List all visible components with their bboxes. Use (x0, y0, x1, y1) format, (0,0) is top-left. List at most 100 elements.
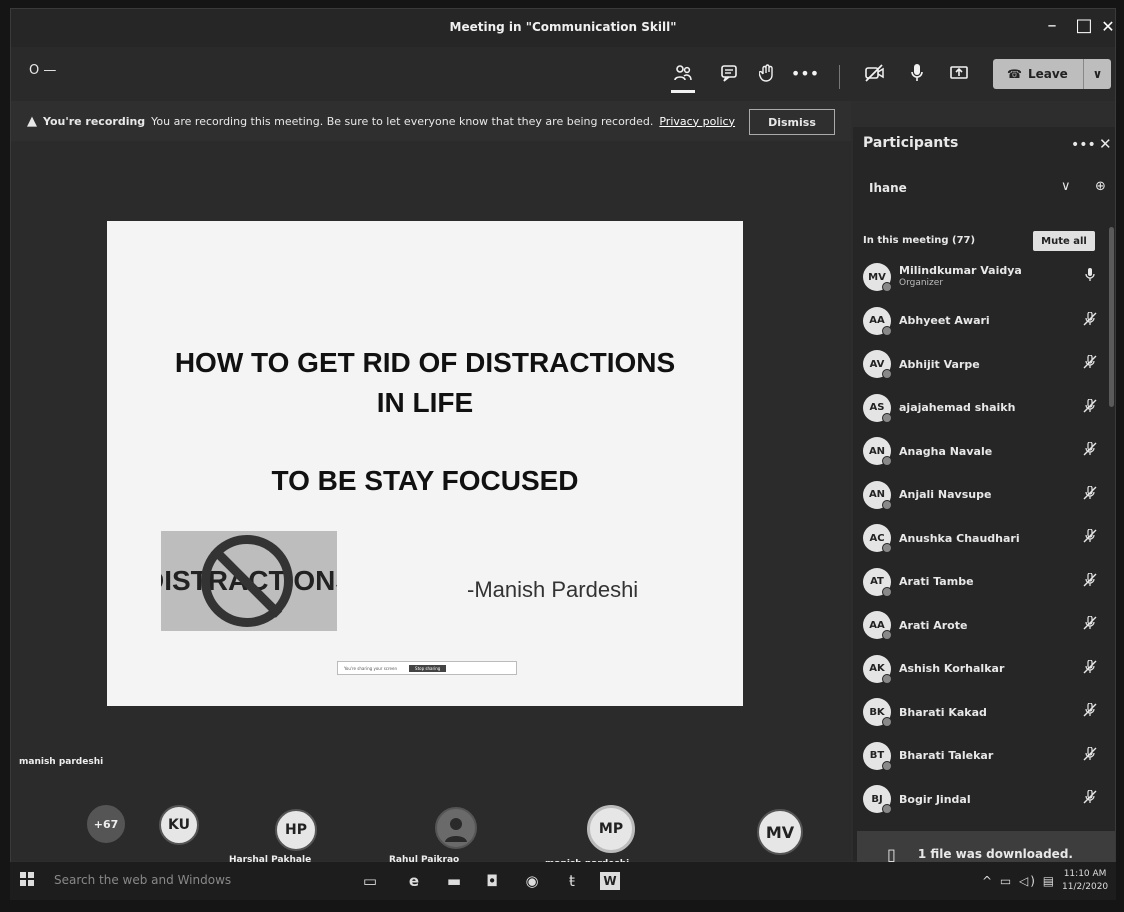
participant-name-block: ajajahemad shaikh (899, 401, 1081, 414)
stop-sharing-button[interactable]: Stop sharing (409, 664, 447, 672)
recording-banner: ▲ You're recording You are recording thi… (11, 101, 851, 141)
participant-name-block: Arati Arote (899, 619, 1081, 632)
mic-muted-icon[interactable] (1081, 658, 1099, 678)
mic-muted-icon[interactable] (1081, 441, 1099, 460)
avatar: BJ (863, 785, 892, 814)
participant-name-block: Bharati Talekar (899, 749, 1081, 762)
participant-name-block: Bogir Jindal (899, 793, 1081, 806)
more-options-icon[interactable]: ••• (1071, 137, 1096, 153)
avatar: BK (863, 698, 892, 727)
slide-title: HOW TO GET RID OF DISTRACTIONS IN LIFE (107, 343, 743, 423)
warning-icon: ▲ (27, 113, 37, 129)
window-title: Meeting in "Communication Skill" (449, 20, 677, 34)
participant-row[interactable]: AV Abhijit Varpe (863, 346, 1099, 382)
participant-row[interactable]: AT Arati Tambe (863, 564, 1099, 600)
windows-start-icon[interactable] (20, 872, 34, 890)
clock-time: 11:10 AM (1063, 869, 1107, 879)
participant-row[interactable]: AN Anjali Navsupe (863, 477, 1099, 513)
participant-name: Ashish Korhalkar (899, 662, 1005, 675)
mic-icon[interactable] (903, 61, 931, 85)
mic-muted-icon[interactable] (1081, 571, 1099, 591)
avatar: AV (863, 350, 892, 379)
participant-row[interactable]: AS ajajahemad shaikh (863, 390, 1099, 426)
participant-name-block: Abhijit Varpe (899, 358, 1081, 371)
participant-row[interactable]: AA Arati Arote (863, 607, 1099, 643)
mic-muted-icon[interactable] (1081, 397, 1099, 417)
participant-row[interactable]: AC Anushka Chaudhari (863, 520, 1099, 556)
store-icon[interactable]: ◘ (480, 870, 504, 892)
participant-row[interactable]: AN Anagha Navale (863, 433, 1099, 469)
chevron-down-icon[interactable]: ∨ (1061, 179, 1071, 194)
participants-panel: Participants ••• ✕ Ihane ∨ ⊕ In this mee… (853, 127, 1115, 861)
minimize-button[interactable]: – (1037, 15, 1067, 36)
share-link-icon[interactable]: ⊕ (1095, 179, 1106, 194)
dismiss-button[interactable]: Dismiss (749, 109, 835, 135)
participant-row[interactable]: BJ Bogir Jindal (863, 781, 1099, 817)
participant-name-block: Arati Tambe (899, 575, 1081, 588)
leave-button[interactable]: ☎ Leave ∨ (993, 59, 1111, 89)
avatar: BT (863, 741, 892, 771)
distractions-image: DISTRACTIONS (161, 531, 337, 631)
meeting-toolbar: O — ••• ☎ Leave ∨ (11, 47, 1115, 101)
participant-name-block: Bharati Kakad (899, 706, 1081, 719)
chat-icon[interactable] (715, 61, 743, 85)
participant-row[interactable]: BT Bharati Talekar (863, 738, 1099, 774)
taskbar-search-input[interactable]: Search the web and Windows (54, 873, 231, 887)
privacy-policy-link[interactable]: Privacy policy (659, 115, 735, 128)
participant-name-block: Milindkumar Vaidya Organizer (899, 264, 1081, 290)
chevron-down-icon[interactable]: ∨ (1083, 59, 1111, 89)
mic-muted-icon[interactable] (1081, 484, 1099, 504)
teams-icon[interactable]: ŧ (560, 870, 584, 892)
share-screen-icon[interactable] (945, 61, 973, 85)
edge-icon[interactable]: e (402, 870, 426, 892)
participant-avatar[interactable]: MV (757, 809, 803, 855)
participant-avatar[interactable]: MP (587, 805, 635, 853)
mic-muted-icon[interactable] (1081, 745, 1099, 765)
participant-name: ajajahemad shaikh (899, 401, 1016, 414)
participant-avatar[interactable]: HP (275, 809, 317, 851)
taskbar-clock[interactable]: 11:10 AM 11/2/2020 (1062, 868, 1108, 894)
more-participants-badge[interactable]: +67 (87, 805, 125, 843)
mic-muted-icon[interactable] (1081, 615, 1099, 634)
title-bar: Meeting in "Communication Skill" – □ ✕ (11, 9, 1115, 47)
participant-name: Anushka Chaudhari (899, 531, 1020, 545)
task-view-icon[interactable]: ▭ (358, 870, 382, 892)
mic-muted-icon[interactable] (1081, 702, 1099, 721)
participant-name: Anagha Navale (899, 444, 993, 458)
file-explorer-icon[interactable]: ▬ (442, 870, 466, 892)
hand-icon[interactable] (753, 61, 781, 85)
in-meeting-count: In this meeting (77) (863, 235, 976, 246)
participant-row[interactable]: BK Bharati Kakad (863, 694, 1099, 730)
avatar: AN (863, 437, 892, 466)
system-tray-icons[interactable]: ^ ▭ ◁) ▤ (982, 874, 1056, 888)
avatar: AC (863, 524, 892, 553)
windows-taskbar: Search the web and Windows ▭ e ▬ ◘ ◉ ŧ W… (10, 862, 1116, 900)
participant-photo[interactable] (435, 807, 477, 849)
camera-off-icon[interactable] (861, 61, 889, 85)
participant-name-block: Ashish Korhalkar (899, 662, 1081, 675)
more-icon[interactable]: ••• (791, 61, 819, 85)
avatar: MV (863, 263, 892, 292)
participant-row[interactable]: MV Milindkumar Vaidya Organizer (863, 259, 1099, 295)
close-window-button[interactable]: ✕ (1093, 17, 1115, 36)
mute-all-button[interactable]: Mute all (1033, 231, 1095, 251)
avatar: AS (863, 393, 892, 423)
participant-name-block: Anushka Chaudhari (899, 532, 1081, 545)
mic-muted-icon[interactable] (1081, 789, 1099, 808)
people-icon[interactable] (669, 61, 697, 93)
chrome-icon[interactable]: ◉ (520, 870, 544, 892)
participant-search-input[interactable]: Ihane (869, 181, 907, 195)
mic-icon[interactable] (1081, 268, 1099, 286)
participant-avatar[interactable]: KU (159, 805, 199, 845)
slide-subtitle: TO BE STAY FOCUSED (271, 465, 579, 496)
word-icon[interactable]: W (600, 872, 620, 890)
mic-muted-icon[interactable] (1081, 528, 1099, 547)
participant-row[interactable]: AK Ashish Korhalkar (863, 651, 1099, 687)
close-icon[interactable]: ✕ (1099, 135, 1112, 153)
participant-row[interactable]: AA Abhyeet Awari (863, 303, 1099, 339)
mic-muted-icon[interactable] (1081, 310, 1099, 330)
file-icon: ▯ (887, 844, 896, 864)
slide-title-line1: HOW TO GET RID OF DISTRACTIONS (174, 347, 676, 378)
mic-muted-icon[interactable] (1081, 354, 1099, 373)
participants-scrollbar[interactable] (1109, 227, 1114, 407)
